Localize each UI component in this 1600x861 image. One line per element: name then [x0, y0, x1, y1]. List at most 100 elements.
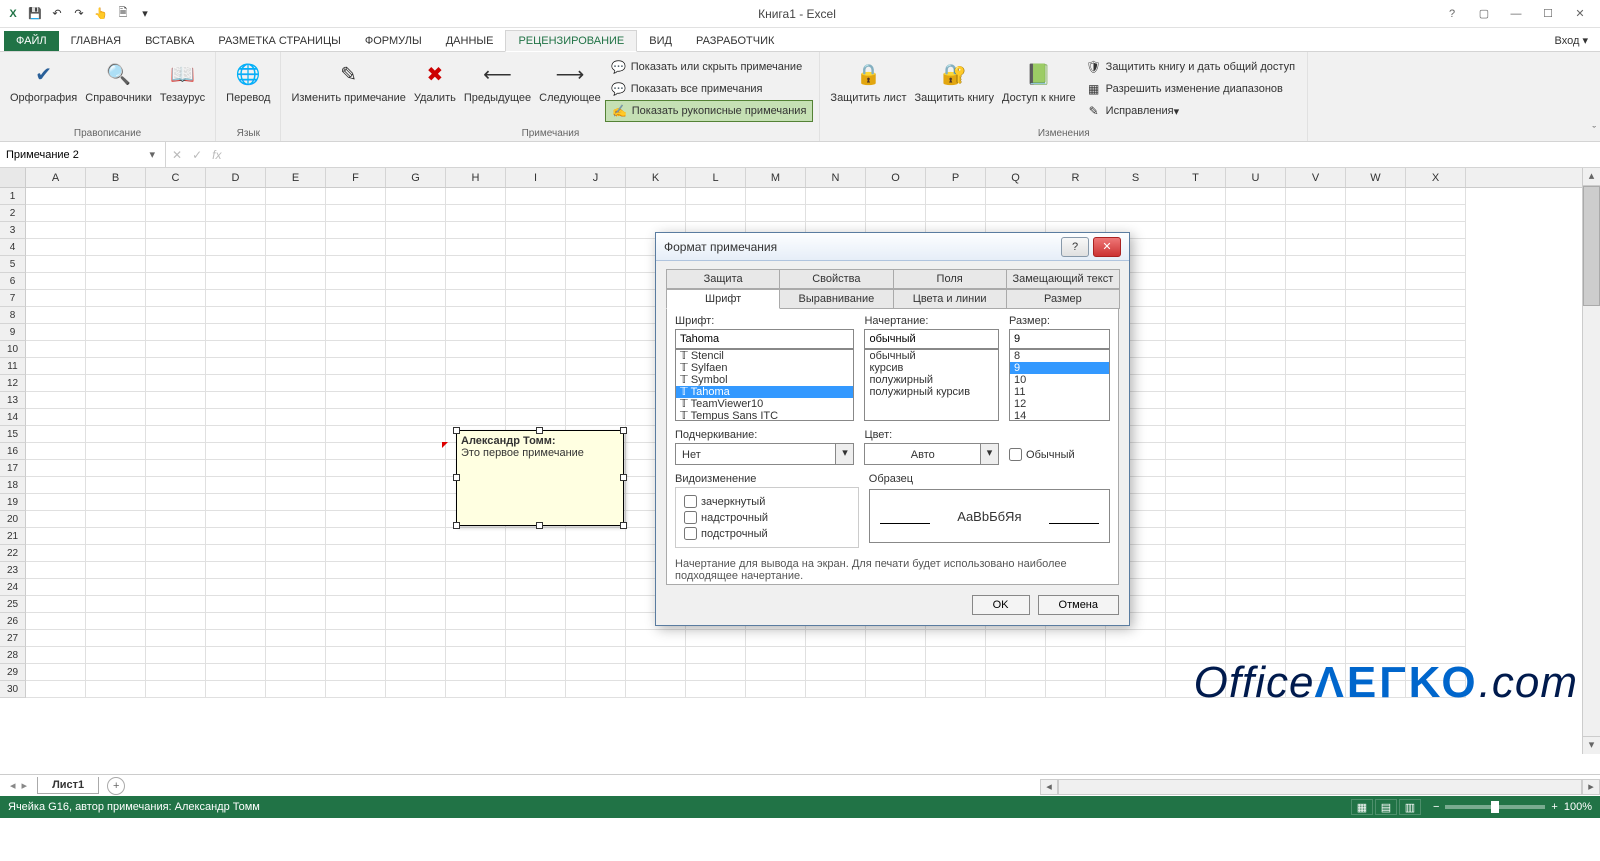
cell[interactable]	[1346, 630, 1406, 647]
share-workbook-button[interactable]: 📗Доступ к книге	[998, 56, 1080, 107]
cell[interactable]	[326, 664, 386, 681]
list-item[interactable]: обычный	[865, 350, 998, 362]
cell[interactable]	[1166, 341, 1226, 358]
cell[interactable]	[26, 239, 86, 256]
cell[interactable]	[566, 273, 626, 290]
sheet-tab[interactable]: Лист1	[37, 777, 99, 794]
cell[interactable]	[386, 256, 446, 273]
show-ink-button[interactable]: ✍Показать рукописные примечания	[605, 100, 814, 122]
cell[interactable]	[146, 545, 206, 562]
cell[interactable]	[1106, 630, 1166, 647]
strike-checkbox[interactable]: зачеркнутый	[684, 495, 850, 508]
cell[interactable]	[86, 528, 146, 545]
cell[interactable]	[1166, 222, 1226, 239]
cell[interactable]	[506, 307, 566, 324]
cell[interactable]	[86, 222, 146, 239]
row-header[interactable]: 21	[0, 528, 26, 545]
superscript-checkbox[interactable]: надстрочный	[684, 511, 850, 524]
tab-formulas[interactable]: ФОРМУЛЫ	[353, 31, 434, 51]
cell[interactable]	[746, 205, 806, 222]
cell[interactable]	[206, 545, 266, 562]
showhide-comment-button[interactable]: 💬Показать или скрыть примечание	[605, 56, 814, 78]
cell[interactable]	[446, 239, 506, 256]
cell[interactable]	[86, 290, 146, 307]
cell[interactable]	[26, 273, 86, 290]
cell[interactable]	[386, 460, 446, 477]
cell[interactable]	[206, 409, 266, 426]
cell[interactable]	[1106, 647, 1166, 664]
cell[interactable]	[1406, 477, 1466, 494]
cell[interactable]	[1406, 290, 1466, 307]
cell[interactable]	[1226, 426, 1286, 443]
font-listbox[interactable]: 𝕋 Stencil𝕋 Sylfaen𝕋 Symbol𝕋 Tahoma𝕋 Team…	[675, 349, 854, 421]
cell[interactable]	[1286, 511, 1346, 528]
row-header[interactable]: 8	[0, 307, 26, 324]
list-item[interactable]: 𝕋 Symbol	[676, 374, 853, 386]
cell[interactable]	[1286, 256, 1346, 273]
cell[interactable]	[1286, 630, 1346, 647]
column-header[interactable]: G	[386, 168, 446, 187]
cell[interactable]	[326, 341, 386, 358]
cell[interactable]	[266, 290, 326, 307]
cell[interactable]	[1286, 460, 1346, 477]
cell[interactable]	[1166, 188, 1226, 205]
cell[interactable]	[1226, 579, 1286, 596]
cell[interactable]	[506, 528, 566, 545]
cell[interactable]	[206, 324, 266, 341]
cell[interactable]	[386, 290, 446, 307]
cell[interactable]	[1046, 630, 1106, 647]
cell[interactable]	[806, 681, 866, 698]
cell[interactable]	[326, 307, 386, 324]
row-header[interactable]: 17	[0, 460, 26, 477]
cell[interactable]	[866, 630, 926, 647]
cell[interactable]	[566, 375, 626, 392]
column-header[interactable]: R	[1046, 168, 1106, 187]
cell[interactable]	[1286, 494, 1346, 511]
cell[interactable]	[1226, 273, 1286, 290]
cell[interactable]	[506, 341, 566, 358]
scroll-up-icon[interactable]: ▴	[1583, 168, 1600, 186]
protect-share-button[interactable]: 🛡Защитить книгу и дать общий доступ	[1080, 56, 1301, 78]
name-box-dropdown-icon[interactable]: ▾	[145, 148, 159, 161]
cell[interactable]	[1046, 664, 1106, 681]
cell[interactable]	[326, 630, 386, 647]
cell[interactable]	[626, 664, 686, 681]
cell[interactable]	[206, 273, 266, 290]
normal-view-icon[interactable]: ▦	[1351, 799, 1373, 815]
cell[interactable]	[86, 511, 146, 528]
column-header[interactable]: T	[1166, 168, 1226, 187]
cell[interactable]	[326, 681, 386, 698]
cell[interactable]	[146, 409, 206, 426]
cell[interactable]	[1166, 324, 1226, 341]
size-input[interactable]	[1009, 329, 1110, 349]
cell[interactable]	[686, 681, 746, 698]
cell[interactable]	[146, 613, 206, 630]
cell[interactable]	[1406, 460, 1466, 477]
prev-comment-button[interactable]: ⟵Предыдущее	[460, 56, 535, 107]
cell[interactable]	[926, 188, 986, 205]
cell[interactable]	[1346, 307, 1406, 324]
cell[interactable]	[1166, 579, 1226, 596]
row-header[interactable]: 16	[0, 443, 26, 460]
underline-combo[interactable]: Нет▾	[675, 443, 854, 465]
cell[interactable]	[86, 358, 146, 375]
showall-comments-button[interactable]: 💬Показать все примечания	[605, 78, 814, 100]
cell[interactable]	[266, 460, 326, 477]
tab-align[interactable]: Выравнивание	[779, 289, 893, 309]
cell[interactable]	[86, 494, 146, 511]
cell[interactable]	[206, 443, 266, 460]
add-sheet-button[interactable]: +	[107, 777, 125, 795]
cell[interactable]	[386, 358, 446, 375]
cell[interactable]	[86, 392, 146, 409]
row-header[interactable]: 12	[0, 375, 26, 392]
row-header[interactable]: 2	[0, 205, 26, 222]
cell[interactable]	[1286, 273, 1346, 290]
cell[interactable]	[86, 426, 146, 443]
cell[interactable]	[626, 205, 686, 222]
cell[interactable]	[26, 647, 86, 664]
cell[interactable]	[86, 664, 146, 681]
dialog-titlebar[interactable]: Формат примечания ? ✕	[656, 233, 1129, 261]
cell[interactable]	[386, 324, 446, 341]
column-header[interactable]: D	[206, 168, 266, 187]
cell[interactable]	[1226, 511, 1286, 528]
